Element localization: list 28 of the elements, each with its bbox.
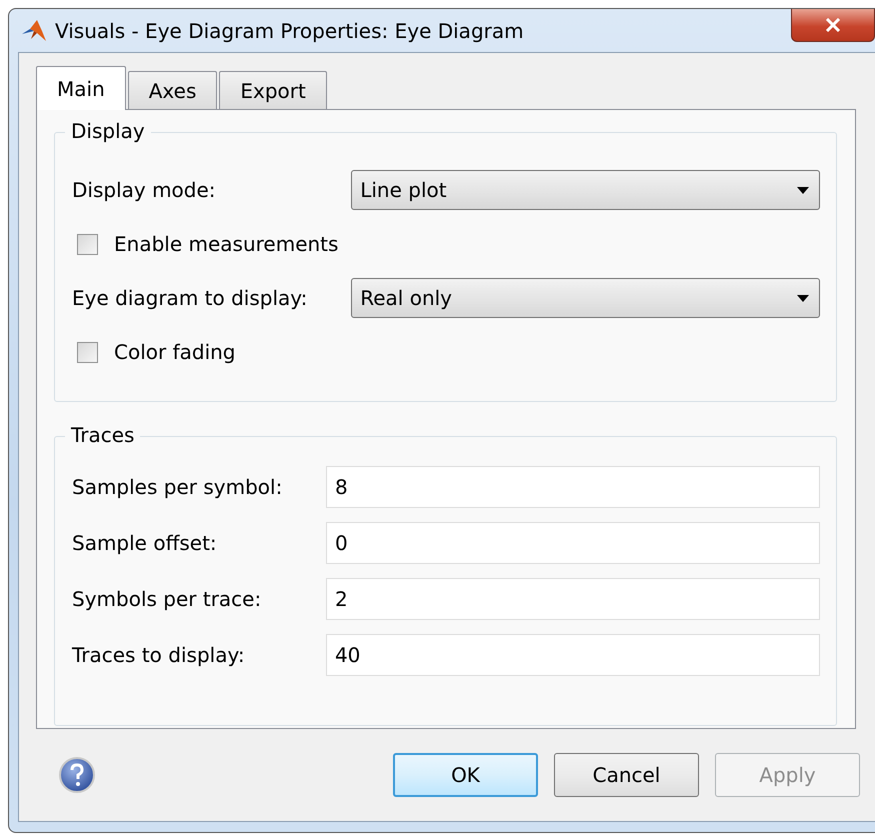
dropdown[interactable]: Real only (351, 278, 820, 318)
close-button[interactable] (791, 9, 875, 42)
input-field[interactable]: 2 (326, 578, 820, 620)
tab[interactable]: Axes (128, 71, 218, 109)
dialog-button[interactable]: OK (393, 753, 538, 797)
input-field[interactable]: 40 (326, 634, 820, 676)
caret-icon (797, 186, 809, 194)
input-field[interactable]: 0 (326, 522, 820, 564)
window-title: Visuals - Eye Diagram Properties: Eye Diagram (55, 18, 524, 42)
dropdown[interactable]: Line plot (351, 170, 820, 210)
field-label: Samples per symbol: (72, 475, 284, 499)
field-label: Traces to display: (72, 643, 246, 667)
dialog-button[interactable]: Cancel (554, 753, 699, 797)
field-label: Display mode: (72, 178, 217, 202)
field-label: Eye diagram to display: (72, 286, 308, 310)
checkbox[interactable] (77, 342, 98, 362)
caret-icon (797, 294, 809, 302)
tab[interactable]: Main (36, 66, 126, 110)
input-field[interactable]: 8 (326, 466, 820, 508)
tab[interactable]: Export (219, 71, 327, 109)
field-label: Sample offset: (72, 531, 218, 555)
help-icon[interactable] (58, 756, 96, 794)
checkbox[interactable] (77, 234, 98, 254)
checkbox-label: Color fading (114, 340, 236, 364)
checkbox-label: Enable measurements (114, 232, 338, 256)
close-icon (825, 18, 841, 32)
field-label: Symbols per trace: (72, 587, 262, 611)
peak-logo-icon (21, 18, 47, 42)
